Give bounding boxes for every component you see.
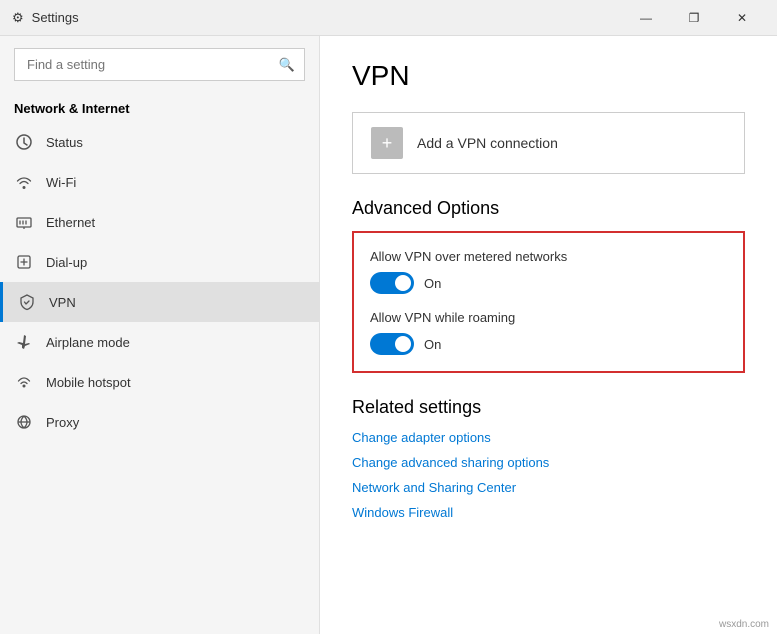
vpn-icon bbox=[17, 292, 37, 312]
toggle-label-metered: Allow VPN over metered networks bbox=[370, 249, 727, 264]
toggle-state-metered: On bbox=[424, 276, 441, 291]
sidebar: 🔍 Network & Internet Status Wi-F bbox=[0, 36, 320, 634]
toggle-state-roaming: On bbox=[424, 337, 441, 352]
content-area: VPN + Add a VPN connection Advanced Opti… bbox=[320, 36, 777, 634]
sidebar-item-label-wifi: Wi-Fi bbox=[46, 175, 76, 190]
search-container: 🔍 bbox=[14, 48, 305, 81]
related-link-sharing[interactable]: Change advanced sharing options bbox=[352, 455, 745, 470]
toggle-roaming[interactable] bbox=[370, 333, 414, 355]
sidebar-item-label-airplane: Airplane mode bbox=[46, 335, 130, 350]
sidebar-item-proxy[interactable]: Proxy bbox=[0, 402, 319, 442]
sidebar-item-label-hotspot: Mobile hotspot bbox=[46, 375, 131, 390]
add-vpn-label: Add a VPN connection bbox=[417, 135, 558, 151]
related-link-adapter[interactable]: Change adapter options bbox=[352, 430, 745, 445]
toggle-control-roaming: On bbox=[370, 333, 727, 355]
toggle-row-metered: Allow VPN over metered networks On bbox=[370, 249, 727, 294]
toggle-row-roaming: Allow VPN while roaming On bbox=[370, 310, 727, 355]
wifi-icon bbox=[14, 172, 34, 192]
title-bar-left: ⚙ Settings bbox=[12, 10, 79, 26]
sidebar-item-label-status: Status bbox=[46, 135, 83, 150]
sidebar-item-hotspot[interactable]: Mobile hotspot bbox=[0, 362, 319, 402]
proxy-icon bbox=[14, 412, 34, 432]
advanced-options-box: Allow VPN over metered networks On Allow… bbox=[352, 231, 745, 373]
title-bar-title: Settings bbox=[32, 10, 79, 25]
sidebar-item-status[interactable]: Status bbox=[0, 122, 319, 162]
main-layout: 🔍 Network & Internet Status Wi-F bbox=[0, 36, 777, 634]
related-link-center[interactable]: Network and Sharing Center bbox=[352, 480, 745, 495]
sidebar-item-wifi[interactable]: Wi-Fi bbox=[0, 162, 319, 202]
related-settings-title: Related settings bbox=[352, 397, 745, 418]
search-icon: 🔍 bbox=[279, 57, 295, 73]
ethernet-icon bbox=[14, 212, 34, 232]
toggle-control-metered: On bbox=[370, 272, 727, 294]
add-vpn-button[interactable]: + Add a VPN connection bbox=[352, 112, 745, 174]
sidebar-item-label-dialup: Dial-up bbox=[46, 255, 87, 270]
settings-icon: ⚙ bbox=[12, 10, 24, 26]
section-label: Network & Internet bbox=[0, 93, 319, 122]
title-bar-controls: — ❐ ✕ bbox=[623, 4, 765, 32]
status-icon bbox=[14, 132, 34, 152]
sidebar-item-airplane[interactable]: Airplane mode bbox=[0, 322, 319, 362]
minimize-button[interactable]: — bbox=[623, 4, 669, 32]
maximize-button[interactable]: ❐ bbox=[671, 4, 717, 32]
advanced-options-title: Advanced Options bbox=[352, 198, 745, 219]
title-bar: ⚙ Settings — ❐ ✕ bbox=[0, 0, 777, 36]
sidebar-item-label-proxy: Proxy bbox=[46, 415, 79, 430]
page-title: VPN bbox=[352, 60, 745, 92]
watermark: wsxdn.com bbox=[719, 619, 769, 630]
related-link-firewall[interactable]: Windows Firewall bbox=[352, 505, 745, 520]
sidebar-item-label-ethernet: Ethernet bbox=[46, 215, 95, 230]
toggle-metered[interactable] bbox=[370, 272, 414, 294]
sidebar-item-vpn[interactable]: VPN bbox=[0, 282, 319, 322]
sidebar-item-label-vpn: VPN bbox=[49, 295, 76, 310]
close-button[interactable]: ✕ bbox=[719, 4, 765, 32]
hotspot-icon bbox=[14, 372, 34, 392]
sidebar-item-ethernet[interactable]: Ethernet bbox=[0, 202, 319, 242]
airplane-icon bbox=[14, 332, 34, 352]
sidebar-item-dialup[interactable]: Dial-up bbox=[0, 242, 319, 282]
add-icon: + bbox=[371, 127, 403, 159]
dialup-icon bbox=[14, 252, 34, 272]
toggle-label-roaming: Allow VPN while roaming bbox=[370, 310, 727, 325]
search-input[interactable] bbox=[14, 48, 305, 81]
